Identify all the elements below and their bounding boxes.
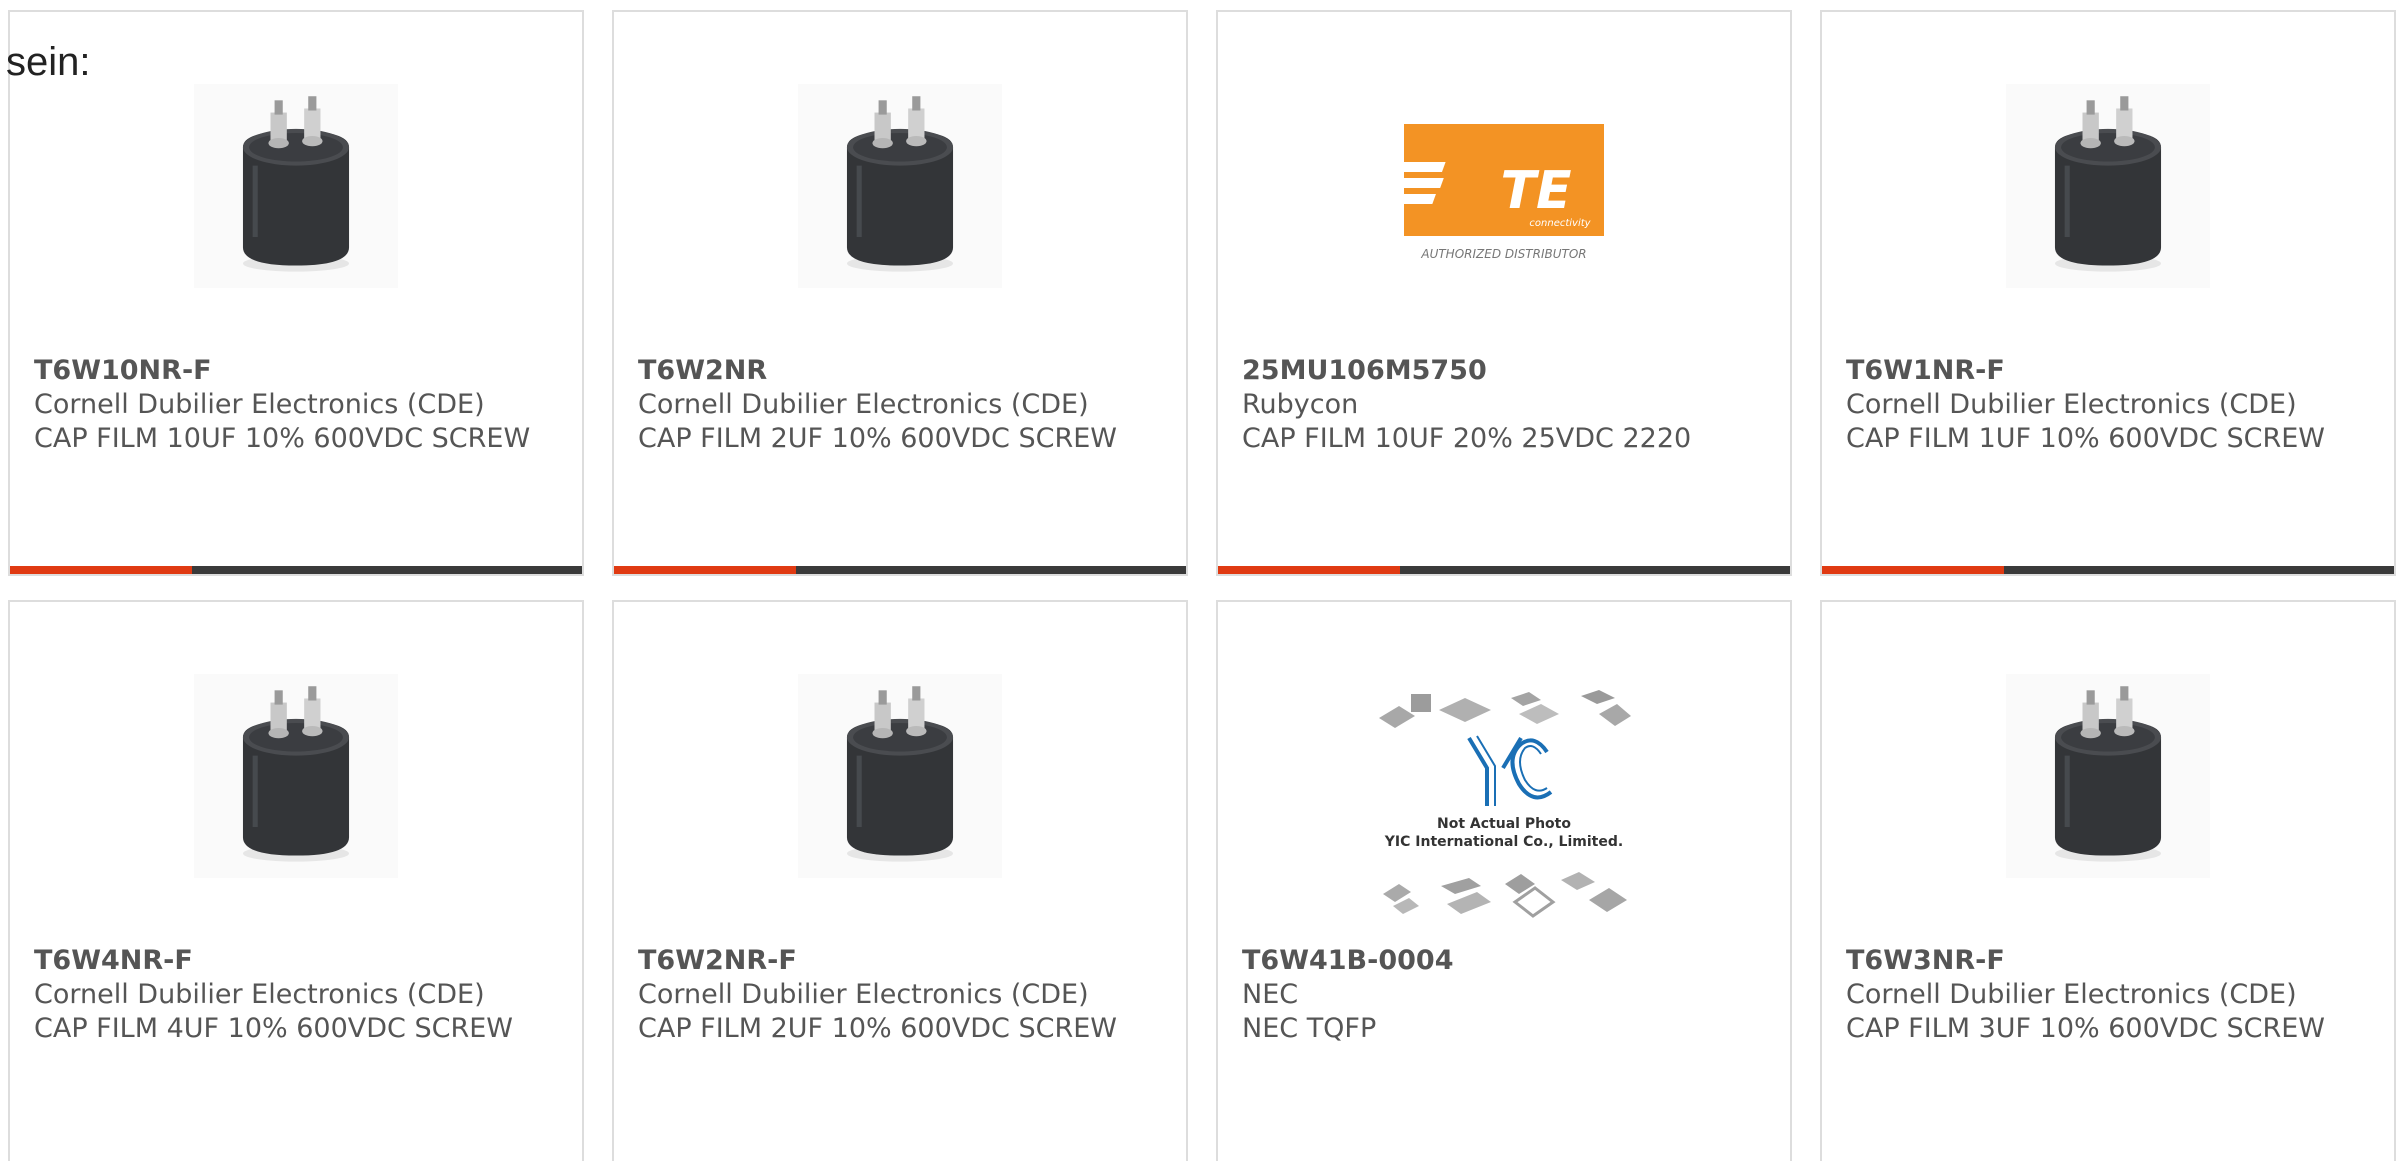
description: CAP FILM 1UF 10% 600VDC SCREW	[1846, 423, 2325, 454]
product-card[interactable]: T6W2NR-F Cornell Dubilier Electronics (C…	[612, 600, 1188, 1161]
part-number[interactable]: T6W3NR-F	[1846, 944, 2374, 978]
capacitor-icon	[194, 674, 398, 878]
product-info: T6W10NR-F Cornell Dubilier Electronics (…	[34, 354, 562, 456]
capacitor-image[interactable]	[2006, 84, 2210, 288]
product-card[interactable]: T6W3NR-F Cornell Dubilier Electronics (C…	[1820, 600, 2396, 1161]
product-card[interactable]: T6W2NR Cornell Dubilier Electronics (CDE…	[612, 10, 1188, 576]
description: CAP FILM 10UF 10% 600VDC SCREW	[34, 423, 531, 454]
description: NEC TQFP	[1242, 1013, 1377, 1044]
intro-text: sein:	[6, 40, 91, 84]
yic-placeholder-image[interactable]: Not Actual Photo YIC International Co., …	[1369, 688, 1639, 928]
product-info: T6W4NR-F Cornell Dubilier Electronics (C…	[34, 944, 562, 1046]
part-number[interactable]: T6W4NR-F	[34, 944, 562, 978]
part-number[interactable]: 25MU106M5750	[1242, 354, 1770, 388]
product-card[interactable]: TE connectivity AUTHORIZED DISTRIBUTOR 2…	[1216, 10, 1792, 576]
capacitor-icon	[798, 674, 1002, 878]
part-number[interactable]: T6W1NR-F	[1846, 354, 2374, 388]
yic-placeholder-icon: Not Actual Photo YIC International Co., …	[1369, 688, 1639, 928]
photo-notice-line1: Not Actual Photo	[1437, 816, 1571, 832]
photo-notice-line2: YIC International Co., Limited.	[1384, 834, 1623, 850]
product-info: T6W2NR-F Cornell Dubilier Electronics (C…	[638, 944, 1166, 1046]
capacitor-icon	[2006, 84, 2210, 288]
product-info: 25MU106M5750 Rubycon CAP FILM 10UF 20% 2…	[1242, 354, 1770, 456]
capacitor-icon	[2006, 674, 2210, 878]
part-number[interactable]: T6W41B-0004	[1242, 944, 1770, 978]
description: CAP FILM 3UF 10% 600VDC SCREW	[1846, 1013, 2325, 1044]
card-bar-accent	[1218, 566, 1400, 574]
product-card[interactable]: T6W1NR-F Cornell Dubilier Electronics (C…	[1820, 10, 2396, 576]
manufacturer: Cornell Dubilier Electronics (CDE)	[34, 389, 485, 420]
product-grid-page: sein: T6W10NR-F Cornell Dubilier Electro…	[0, 0, 2398, 1161]
card-bar-accent	[10, 566, 192, 574]
product-card[interactable]: T6W10NR-F Cornell Dubilier Electronics (…	[8, 10, 584, 576]
part-number[interactable]: T6W2NR	[638, 354, 1166, 388]
part-number[interactable]: T6W2NR-F	[638, 944, 1166, 978]
description: CAP FILM 2UF 10% 600VDC SCREW	[638, 423, 1117, 454]
te-logo-subtext: connectivity	[1529, 218, 1591, 229]
product-info: T6W3NR-F Cornell Dubilier Electronics (C…	[1846, 944, 2374, 1046]
te-connectivity-logo-icon: TE connectivity AUTHORIZED DISTRIBUTOR	[1400, 84, 1608, 288]
card-bar-accent	[614, 566, 796, 574]
capacitor-image[interactable]	[798, 84, 1002, 288]
card-bar	[614, 566, 1186, 574]
capacitor-image[interactable]	[194, 674, 398, 878]
manufacturer: Rubycon	[1242, 389, 1359, 420]
part-number[interactable]: T6W10NR-F	[34, 354, 562, 388]
manufacturer: Cornell Dubilier Electronics (CDE)	[638, 389, 1089, 420]
description: CAP FILM 4UF 10% 600VDC SCREW	[34, 1013, 513, 1044]
card-bar	[1822, 566, 2394, 574]
card-bar	[1218, 566, 1790, 574]
capacitor-image[interactable]	[798, 674, 1002, 878]
product-card[interactable]: Not Actual Photo YIC International Co., …	[1216, 600, 1792, 1161]
te-logo-image[interactable]: TE connectivity AUTHORIZED DISTRIBUTOR	[1400, 84, 1608, 288]
card-bar-accent	[1822, 566, 2004, 574]
capacitor-icon	[194, 84, 398, 288]
product-info: T6W41B-0004 NEC NEC TQFP	[1242, 944, 1770, 1046]
manufacturer: Cornell Dubilier Electronics (CDE)	[638, 979, 1089, 1010]
description: CAP FILM 2UF 10% 600VDC SCREW	[638, 1013, 1117, 1044]
manufacturer: Cornell Dubilier Electronics (CDE)	[34, 979, 485, 1010]
manufacturer: Cornell Dubilier Electronics (CDE)	[1846, 389, 2297, 420]
product-info: T6W2NR Cornell Dubilier Electronics (CDE…	[638, 354, 1166, 456]
manufacturer: NEC	[1242, 979, 1299, 1010]
manufacturer: Cornell Dubilier Electronics (CDE)	[1846, 979, 2297, 1010]
capacitor-icon	[798, 84, 1002, 288]
description: CAP FILM 10UF 20% 25VDC 2220	[1242, 423, 1692, 454]
te-logo-caption: AUTHORIZED DISTRIBUTOR	[1420, 247, 1586, 261]
product-info: T6W1NR-F Cornell Dubilier Electronics (C…	[1846, 354, 2374, 456]
card-bar	[10, 566, 582, 574]
product-card[interactable]: T6W4NR-F Cornell Dubilier Electronics (C…	[8, 600, 584, 1161]
capacitor-image[interactable]	[2006, 674, 2210, 878]
capacitor-image[interactable]	[194, 84, 398, 288]
te-logo-text: TE	[1501, 161, 1572, 221]
